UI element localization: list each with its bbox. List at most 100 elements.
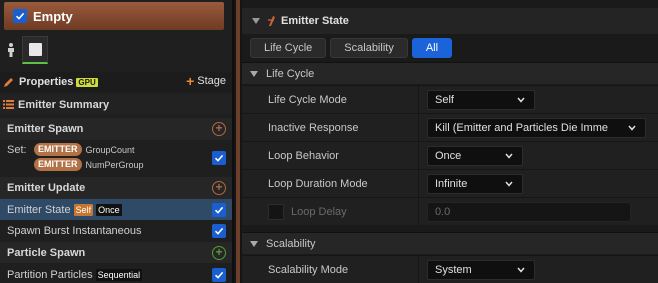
checkmark-icon bbox=[214, 227, 224, 235]
category-label: Life Cycle bbox=[266, 67, 315, 80]
pencil-icon bbox=[4, 78, 13, 87]
parameter-name: NumPerGroup bbox=[85, 159, 144, 170]
scalability-mode-dropdown[interactable]: System bbox=[427, 260, 535, 280]
thumbnail-preview bbox=[29, 43, 42, 56]
add-module-icon[interactable]: + bbox=[212, 181, 226, 195]
parameter-name: GroupCount bbox=[85, 144, 135, 155]
module-label: Emitter State bbox=[7, 203, 71, 216]
module-enabled-checkbox[interactable] bbox=[212, 151, 226, 165]
emitter-spawn-label: Emitter Spawn bbox=[7, 123, 84, 135]
gpu-badge: GPU bbox=[76, 77, 98, 87]
scrollbar[interactable] bbox=[236, 0, 240, 283]
stage-label: Stage bbox=[197, 75, 226, 87]
checkmark-icon bbox=[214, 154, 224, 162]
chevron-down-icon bbox=[505, 153, 513, 159]
chevron-down-icon bbox=[517, 97, 525, 103]
tab-scalability[interactable]: Scalability bbox=[330, 38, 408, 58]
particle-spawn-section[interactable]: Particle Spawn + bbox=[0, 242, 232, 263]
checkmark-icon bbox=[15, 12, 25, 20]
inactive-response-dropdown[interactable]: Kill (Emitter and Particles Die Imme bbox=[427, 118, 646, 138]
list-icon bbox=[3, 100, 14, 109]
panel-divider[interactable] bbox=[232, 0, 234, 283]
collapse-arrow-icon[interactable] bbox=[250, 240, 258, 247]
set-entry: EMITTER GroupCount bbox=[34, 143, 135, 156]
properties-row[interactable]: Properties GPU + Stage bbox=[0, 72, 232, 92]
module-enabled-checkbox[interactable] bbox=[212, 223, 226, 238]
property-label: Inactive Response bbox=[268, 122, 359, 134]
dropdown-value: Infinite bbox=[435, 178, 468, 190]
person-icon[interactable] bbox=[5, 42, 17, 58]
property-label: Loop Behavior bbox=[268, 150, 339, 162]
dropdown-value: Self bbox=[435, 94, 454, 106]
add-module-icon[interactable]: + bbox=[212, 122, 226, 136]
particle-spawn-label: Particle Spawn bbox=[7, 246, 86, 259]
dropdown-value: System bbox=[435, 264, 472, 276]
emitter-namespace-pill: EMITTER bbox=[34, 158, 82, 171]
details-panel: Emitter State Life Cycle Scalability All… bbox=[242, 0, 658, 283]
emitter-spawn-section[interactable]: Emitter Spawn + bbox=[0, 118, 232, 140]
column-divider[interactable] bbox=[418, 142, 419, 170]
column-divider[interactable] bbox=[418, 198, 419, 226]
column-divider[interactable] bbox=[418, 170, 419, 198]
tab-life-cycle[interactable]: Life Cycle bbox=[250, 38, 327, 58]
emitter-enabled-checkbox[interactable] bbox=[13, 9, 27, 23]
chevron-down-icon bbox=[505, 181, 513, 187]
property-label: Life Cycle Mode bbox=[268, 94, 347, 106]
column-divider[interactable] bbox=[418, 86, 419, 114]
property-row: Life Cycle Mode Self bbox=[242, 85, 658, 114]
checkmark-icon bbox=[214, 271, 224, 279]
set-parameters-module[interactable]: Set: EMITTER GroupCount EMITTER NumPerGr… bbox=[0, 142, 232, 174]
property-label: Loop Duration Mode bbox=[268, 178, 368, 190]
collapse-arrow-icon[interactable] bbox=[252, 18, 260, 24]
dropdown-value: Once bbox=[435, 150, 462, 162]
module-icon bbox=[268, 16, 275, 26]
module-tag: Once bbox=[96, 203, 122, 216]
emitter-header[interactable]: Empty bbox=[4, 2, 224, 30]
add-stage-button[interactable]: + Stage bbox=[186, 74, 226, 88]
emitter-update-section[interactable]: Emitter Update + bbox=[0, 177, 232, 199]
module-enabled-checkbox[interactable] bbox=[212, 202, 226, 217]
collapse-arrow-icon[interactable] bbox=[250, 70, 258, 77]
loop-delay-input[interactable]: 0.0 bbox=[427, 202, 631, 222]
property-row: Loop Delay 0.0 bbox=[242, 197, 658, 226]
set-label: Set: bbox=[7, 144, 27, 156]
property-row: Loop Duration Mode Infinite bbox=[242, 169, 658, 198]
property-row: Scalability Mode System bbox=[242, 255, 658, 283]
set-entry: EMITTER NumPerGroup bbox=[34, 158, 144, 171]
property-row: Inactive Response Kill (Emitter and Part… bbox=[242, 113, 658, 142]
emitter-thumbnail-row bbox=[0, 34, 232, 66]
emitter-name: Empty bbox=[33, 8, 73, 24]
category-tabs: Life Cycle Scalability All bbox=[250, 38, 453, 58]
property-label: Loop Delay bbox=[291, 206, 347, 218]
chevron-down-icon bbox=[517, 267, 525, 273]
spawn-burst-module[interactable]: Spawn Burst Instantaneous bbox=[0, 220, 232, 241]
property-label: Scalability Mode bbox=[268, 264, 349, 276]
details-title: Emitter State bbox=[281, 15, 349, 27]
module-label: Partition Particles bbox=[7, 268, 93, 281]
module-enabled-checkbox[interactable] bbox=[212, 267, 226, 282]
module-label: Spawn Burst Instantaneous bbox=[7, 224, 142, 237]
emitter-update-label: Emitter Update bbox=[7, 182, 86, 194]
column-divider[interactable] bbox=[418, 256, 419, 283]
emitter-summary-row[interactable]: Emitter Summary bbox=[0, 94, 232, 115]
emitter-namespace-pill: EMITTER bbox=[34, 143, 82, 156]
emitter-state-module[interactable]: Emitter State Self Once bbox=[0, 199, 232, 220]
emitter-summary-label: Emitter Summary bbox=[18, 98, 110, 111]
add-module-icon[interactable]: + bbox=[212, 245, 226, 260]
partition-particles-module[interactable]: Partition Particles Sequential bbox=[0, 264, 232, 283]
loop-duration-mode-dropdown[interactable]: Infinite bbox=[427, 174, 523, 194]
category-label: Scalability bbox=[266, 237, 316, 250]
loop-behavior-dropdown[interactable]: Once bbox=[427, 146, 523, 166]
property-row: Loop Behavior Once bbox=[242, 141, 658, 170]
tab-all[interactable]: All bbox=[411, 38, 453, 58]
loop-delay-override-checkbox[interactable] bbox=[268, 204, 284, 220]
emitter-state-header[interactable]: Emitter State bbox=[242, 8, 658, 34]
scalability-category[interactable]: Scalability bbox=[242, 232, 658, 254]
module-tag: Self bbox=[73, 203, 94, 216]
life-cycle-mode-dropdown[interactable]: Self bbox=[427, 90, 535, 110]
life-cycle-category[interactable]: Life Cycle bbox=[242, 62, 658, 84]
emitter-stack-panel: Empty Properties GPU + Stage Emitter Sum… bbox=[0, 0, 232, 283]
emitter-thumbnail[interactable] bbox=[22, 36, 48, 64]
plus-icon: + bbox=[186, 73, 195, 89]
column-divider[interactable] bbox=[418, 114, 419, 142]
